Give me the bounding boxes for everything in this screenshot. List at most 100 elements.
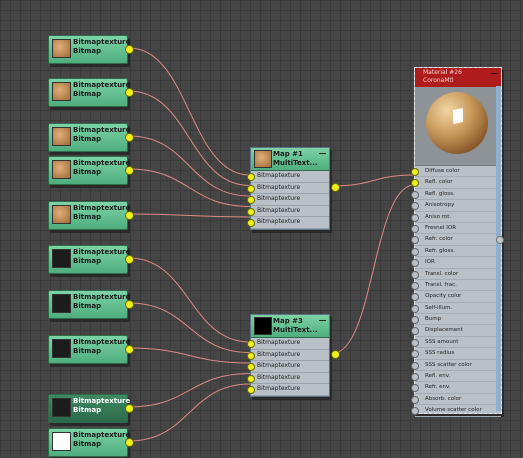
input-port[interactable] — [411, 327, 419, 336]
material-slot[interactable]: Refl. env. — [411, 371, 501, 383]
input-slot[interactable]: Bitmaptexture — [247, 361, 329, 373]
output-port[interactable] — [331, 183, 340, 192]
input-port[interactable] — [411, 395, 419, 404]
input-port[interactable] — [411, 259, 419, 268]
input-port[interactable] — [247, 196, 255, 204]
output-port[interactable] — [125, 88, 134, 97]
slot-label: Bitmaptexture — [257, 350, 301, 358]
material-slot[interactable]: Anisotropy — [411, 200, 501, 212]
material-slot[interactable]: Refr. color — [411, 234, 501, 246]
input-port[interactable] — [411, 304, 419, 313]
minimize-button[interactable] — [491, 70, 498, 74]
input-slot[interactable]: Bitmaptexture — [247, 338, 329, 350]
input-port[interactable] — [411, 407, 419, 416]
bitmap-node-title: Bitmaptexture — [73, 126, 131, 134]
input-port[interactable] — [247, 386, 255, 394]
material-slot[interactable]: Volume scatter color — [411, 405, 501, 417]
bitmap-node[interactable]: Bitmaptexture Bitmap — [48, 428, 134, 457]
input-port[interactable] — [411, 179, 419, 188]
material-slot[interactable]: Opacity color — [411, 291, 501, 303]
multitexture-node-map3[interactable]: Map #3 MultiText... Bitmaptexture Bitmapt… — [247, 314, 340, 397]
minimize-button[interactable] — [319, 317, 326, 321]
slot-label: Refl. color — [425, 179, 453, 186]
bitmap-node[interactable]: Bitmaptexture Bitmap — [48, 123, 134, 152]
output-port[interactable] — [125, 404, 134, 413]
material-slot[interactable]: SSS scatter color — [411, 360, 501, 372]
input-port[interactable] — [411, 361, 419, 370]
output-port[interactable] — [125, 345, 134, 354]
input-slot[interactable]: Bitmaptexture — [247, 217, 329, 229]
output-port[interactable] — [496, 236, 504, 244]
input-port[interactable] — [247, 219, 255, 227]
bitmap-node[interactable]: Bitmaptexture Bitmap — [48, 335, 134, 364]
material-slot[interactable]: Aniso rot. — [411, 212, 501, 223]
input-port[interactable] — [247, 374, 255, 383]
output-port[interactable] — [125, 255, 134, 264]
input-port[interactable] — [411, 213, 419, 222]
input-port[interactable] — [247, 173, 255, 181]
output-port[interactable] — [125, 300, 134, 309]
input-slot[interactable]: Bitmaptexture — [247, 206, 329, 217]
material-node[interactable]: Material #26 CoronaMtl Diffuse color Refl… — [411, 67, 504, 417]
bitmap-node[interactable]: Bitmaptexture Bitmap — [48, 35, 134, 64]
minimize-button[interactable] — [319, 150, 326, 154]
material-slot[interactable]: IOR — [411, 257, 501, 269]
output-port[interactable] — [125, 45, 134, 54]
node-header[interactable]: Map #1 MultiText... — [251, 148, 329, 171]
input-port[interactable] — [411, 316, 419, 325]
input-slot[interactable]: Bitmaptexture — [247, 194, 329, 206]
material-slot[interactable]: Transl. frac. — [411, 280, 501, 292]
input-port[interactable] — [411, 281, 419, 290]
bitmap-node[interactable]: Bitmaptexture Bitmap — [48, 290, 134, 319]
input-port[interactable] — [411, 236, 419, 245]
material-slot[interactable]: SSS radius — [411, 348, 501, 360]
material-slot[interactable]: Absorb. color — [411, 394, 501, 406]
input-port[interactable] — [247, 340, 255, 348]
output-port[interactable] — [125, 438, 134, 447]
output-port[interactable] — [331, 350, 340, 359]
bitmap-node[interactable]: Bitmaptexture Bitmap — [48, 201, 134, 230]
input-port[interactable] — [411, 338, 419, 347]
material-slot[interactable]: Bump — [411, 314, 501, 326]
input-port[interactable] — [411, 270, 419, 279]
material-slot[interactable]: SSS amount — [411, 337, 501, 349]
input-port[interactable] — [411, 247, 419, 256]
input-port[interactable] — [411, 168, 419, 176]
input-port[interactable] — [411, 293, 419, 302]
input-port[interactable] — [411, 384, 419, 393]
input-port[interactable] — [247, 207, 255, 216]
input-slot[interactable]: Bitmaptexture — [247, 384, 329, 396]
input-port[interactable] — [411, 350, 419, 359]
input-port[interactable] — [411, 190, 419, 199]
input-slot[interactable]: Bitmaptexture — [247, 171, 329, 183]
bitmap-node[interactable]: Bitmaptexture Bitmap — [48, 245, 134, 274]
output-port[interactable] — [125, 211, 134, 220]
input-port[interactable] — [411, 373, 419, 382]
material-slot[interactable]: Refl. color — [411, 177, 501, 189]
bitmap-node[interactable]: Bitmaptexture Bitmap — [48, 156, 134, 185]
node-header[interactable]: Map #3 MultiText... — [251, 315, 329, 338]
material-slot[interactable]: Refr. env. — [411, 382, 501, 394]
material-slot[interactable]: Displacement — [411, 325, 501, 337]
output-port[interactable] — [125, 166, 134, 175]
bitmap-node-selected[interactable]: Bitmaptexture Bitmap — [48, 394, 134, 423]
input-port[interactable] — [247, 184, 255, 193]
material-header[interactable]: Material #26 CoronaMtl — [415, 68, 501, 87]
material-slot[interactable]: Transl. color — [411, 269, 501, 280]
input-port[interactable] — [411, 202, 419, 211]
bitmap-node[interactable]: Bitmaptexture Bitmap — [48, 78, 134, 107]
multitexture-node-map1[interactable]: Map #1 MultiText... Bitmaptexture Bitmapt… — [247, 147, 340, 230]
material-slot[interactable]: Self-illum. — [411, 303, 501, 315]
input-slot[interactable]: Bitmaptexture — [247, 373, 329, 384]
material-slot[interactable]: Fresnel IOR — [411, 223, 501, 235]
input-port[interactable] — [247, 351, 255, 360]
input-slot[interactable]: Bitmaptexture — [247, 183, 329, 194]
input-slot[interactable]: Bitmaptexture — [247, 350, 329, 361]
material-slot[interactable]: Refl. gloss. — [411, 189, 501, 201]
input-port[interactable] — [247, 363, 255, 371]
input-port[interactable] — [411, 224, 419, 233]
material-scrollbar[interactable] — [496, 86, 501, 411]
output-port[interactable] — [125, 133, 134, 142]
material-slot[interactable]: Refr. gloss. — [411, 246, 501, 258]
material-slot[interactable]: Diffuse color — [411, 166, 501, 178]
